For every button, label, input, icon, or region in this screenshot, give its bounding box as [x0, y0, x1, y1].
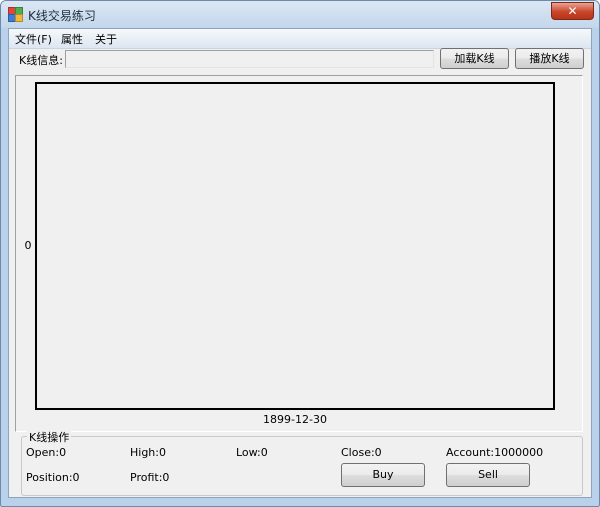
position-value: Position:0 [26, 471, 80, 484]
play-kline-button[interactable]: 播放K线 [515, 48, 584, 69]
menu-properties[interactable]: 属性 [59, 31, 85, 47]
kline-info-field[interactable] [65, 50, 434, 68]
buy-button[interactable]: Buy [341, 463, 425, 487]
chart-panel: 0 1899-12-30 [15, 75, 583, 432]
app-icon [8, 7, 23, 22]
low-value: Low:0 [236, 446, 268, 459]
menu-about[interactable]: 关于 [93, 31, 119, 47]
sell-button[interactable]: Sell [446, 463, 530, 487]
menu-bar: 文件(F) 属性 关于 [9, 29, 591, 49]
y-axis-label: 0 [25, 239, 32, 252]
kline-info-label: K线信息: [19, 54, 63, 67]
close-button[interactable]: ✕ [551, 2, 594, 20]
profit-value: Profit:0 [130, 471, 170, 484]
menu-file[interactable]: 文件(F) [13, 31, 54, 47]
close-value: Close:0 [341, 446, 382, 459]
window-title: K线交易练习 [28, 9, 96, 23]
chart-svg: 0 1899-12-30 [25, 82, 555, 426]
x-axis-label: 1899-12-30 [263, 413, 327, 426]
close-icon: ✕ [567, 4, 578, 18]
kline-operations-title: K线操作 [27, 429, 72, 445]
open-value: Open:0 [26, 446, 67, 459]
app-window: K线交易练习 ✕ 文件(F) 属性 关于 K线信息: 加载K线 播放K线 0 1… [0, 0, 600, 507]
title-bar[interactable]: K线交易练习 ✕ [1, 1, 599, 28]
client-area: 文件(F) 属性 关于 K线信息: 加载K线 播放K线 0 1899-12-30… [8, 28, 592, 498]
plot-frame [35, 82, 555, 410]
account-value: Account:1000000 [446, 446, 544, 459]
load-kline-button[interactable]: 加载K线 [440, 48, 509, 69]
high-value: High:0 [130, 446, 166, 459]
